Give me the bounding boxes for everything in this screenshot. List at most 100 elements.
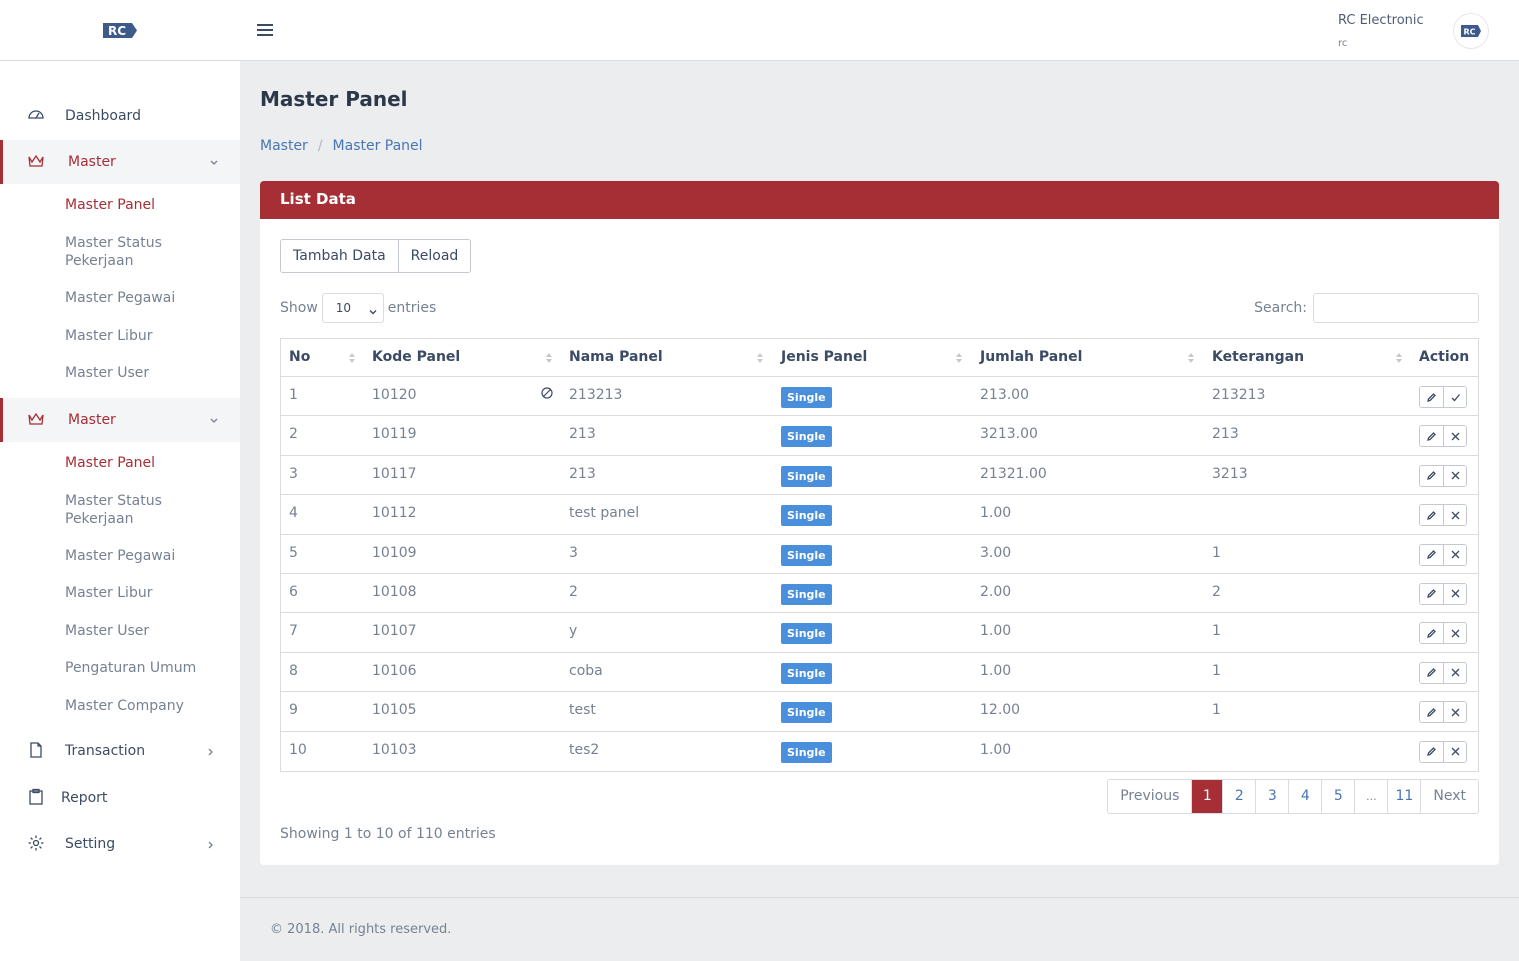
breadcrumb-master-panel[interactable]: Master Panel [333,138,423,154]
delete-icon[interactable] [1443,702,1466,723]
reload-button[interactable]: Reload [397,240,471,272]
column-header-kode-panel[interactable]: Kode Panel [372,349,460,365]
sidebar-item-master[interactable]: Master [0,140,240,184]
cell-jumlah-panel: 1.00 [980,741,1012,758]
page-button-2[interactable]: 2 [1222,780,1256,813]
delete-icon[interactable] [1443,426,1466,447]
page-button-5[interactable]: 5 [1321,780,1355,813]
cell-kode-panel: 10109 [372,544,417,561]
sidebar-item-label: Dashboard [65,108,141,124]
submenu-master-libur[interactable]: Master Libur [65,327,225,345]
edit-icon[interactable] [1420,583,1443,604]
column-header-jenis-panel[interactable]: Jenis Panel [781,349,867,365]
sidebar: Dashboard Master Master Panel Master Sta… [0,61,240,961]
page-button-3[interactable]: 3 [1255,780,1289,813]
edit-icon[interactable] [1420,662,1443,683]
column-header-no[interactable]: No [289,349,310,365]
submenu-master-user[interactable]: Master User [65,364,225,382]
edit-icon[interactable] [1420,505,1443,526]
entries-select[interactable]: 10 [321,293,384,323]
breadcrumb-master[interactable]: Master [260,138,308,154]
delete-icon[interactable] [1443,465,1466,486]
cell-no: 7 [289,623,298,640]
action-button-group: Tambah Data Reload [280,239,472,273]
edit-icon[interactable] [1420,623,1443,644]
sort-icon[interactable] [545,352,553,364]
edit-icon[interactable] [1420,544,1443,565]
brand-logo[interactable]: RC [102,21,138,40]
next-button[interactable]: Next [1420,780,1478,813]
brand-text: RC [108,24,126,38]
sort-icon[interactable] [1395,352,1403,364]
delete-icon[interactable] [1443,623,1466,644]
sidebar-item-master-2[interactable]: Master [0,398,240,442]
submenu-pengaturan-umum[interactable]: Pengaturan Umum [65,659,225,677]
submenu-master-status-pekerjaan[interactable]: Master Status Pekerjaan [65,492,225,528]
chevron-down-icon [369,305,377,315]
chevron-down-icon [209,414,219,424]
search-input[interactable] [1313,293,1479,323]
row-actions [1419,582,1467,605]
table-row: 5 10109 3 Single 3.00 1 [281,535,1478,574]
previous-button[interactable]: Previous [1108,780,1192,813]
sort-icon[interactable] [955,352,963,364]
table-row: 10 10103 tes2 Single 1.00 [281,732,1478,771]
sort-icon[interactable] [1187,352,1195,364]
search-control: Search: [1254,293,1479,323]
tambah-data-button[interactable]: Tambah Data [281,240,398,272]
delete-icon[interactable] [1443,544,1466,565]
menu-toggle-icon[interactable] [257,24,273,36]
submenu-master-user[interactable]: Master User [65,622,225,640]
cell-jumlah-panel: 3213.00 [980,426,1038,443]
edit-icon[interactable] [1420,426,1443,447]
entries-length-control: Show 10 entries [280,293,436,323]
sort-icon[interactable] [756,352,764,364]
delete-icon[interactable] [1443,662,1466,683]
column-header-keterangan[interactable]: Keterangan [1212,349,1304,365]
table-body: 1 10120 213213 Single 213.00 213213 2 10119 213 S… [281,377,1478,771]
edit-icon[interactable] [1420,387,1443,407]
submenu-master-pegawai[interactable]: Master Pegawai [65,547,225,565]
table-row: 9 10105 test Single 12.00 1 [281,692,1478,732]
sidebar-item-setting[interactable]: Setting [0,822,240,866]
cell-keterangan: 213 [1212,426,1239,443]
column-header-nama-panel[interactable]: Nama Panel [569,349,663,365]
page-button-1[interactable]: 1 [1191,780,1223,813]
sidebar-item-transaction[interactable]: Transaction [0,729,240,773]
check-icon[interactable] [1443,387,1466,407]
gear-icon [27,834,45,852]
cell-no: 1 [289,387,298,403]
column-header-jumlah-panel[interactable]: Jumlah Panel [980,349,1082,365]
cell-no: 2 [289,426,298,443]
submenu-master-status-pekerjaan[interactable]: Master Status Pekerjaan [65,234,225,270]
cell-kode-panel: 10112 [372,505,417,522]
submenu-master-company[interactable]: Master Company [65,697,225,715]
edit-icon[interactable] [1420,702,1443,723]
cell-nama-panel: 3 [569,544,578,561]
cell-nama-panel: 213 [569,426,596,443]
delete-icon[interactable] [1443,583,1466,604]
submenu-master-panel[interactable]: Master Panel [65,196,225,214]
breadcrumb: Master / Master Panel [260,138,423,154]
row-actions [1419,622,1467,645]
table-row: 4 10112 test panel Single 1.00 [281,495,1478,535]
avatar[interactable]: RC [1453,13,1489,49]
pagination: Previous 1 2 3 4 5 ... 11 Next [1107,779,1479,814]
cell-jumlah-panel: 1.00 [980,623,1012,640]
cell-nama-panel: 213213 [569,387,623,403]
submenu-master-libur[interactable]: Master Libur [65,584,225,602]
sidebar-item-dashboard[interactable]: Dashboard [0,94,240,138]
sidebar-item-label: Setting [65,836,116,852]
edit-icon[interactable] [1420,465,1443,486]
delete-icon[interactable] [1443,741,1466,762]
page-button-11[interactable]: 11 [1387,780,1421,813]
sort-icon[interactable] [348,352,356,364]
delete-icon[interactable] [1443,505,1466,526]
edit-icon[interactable] [1420,741,1443,762]
sidebar-item-report[interactable]: Report [0,776,240,820]
submenu-master-panel[interactable]: Master Panel [65,454,225,472]
row-actions [1419,661,1467,684]
cell-no: 8 [289,662,298,679]
page-button-4[interactable]: 4 [1288,780,1322,813]
submenu-master-pegawai[interactable]: Master Pegawai [65,289,225,307]
